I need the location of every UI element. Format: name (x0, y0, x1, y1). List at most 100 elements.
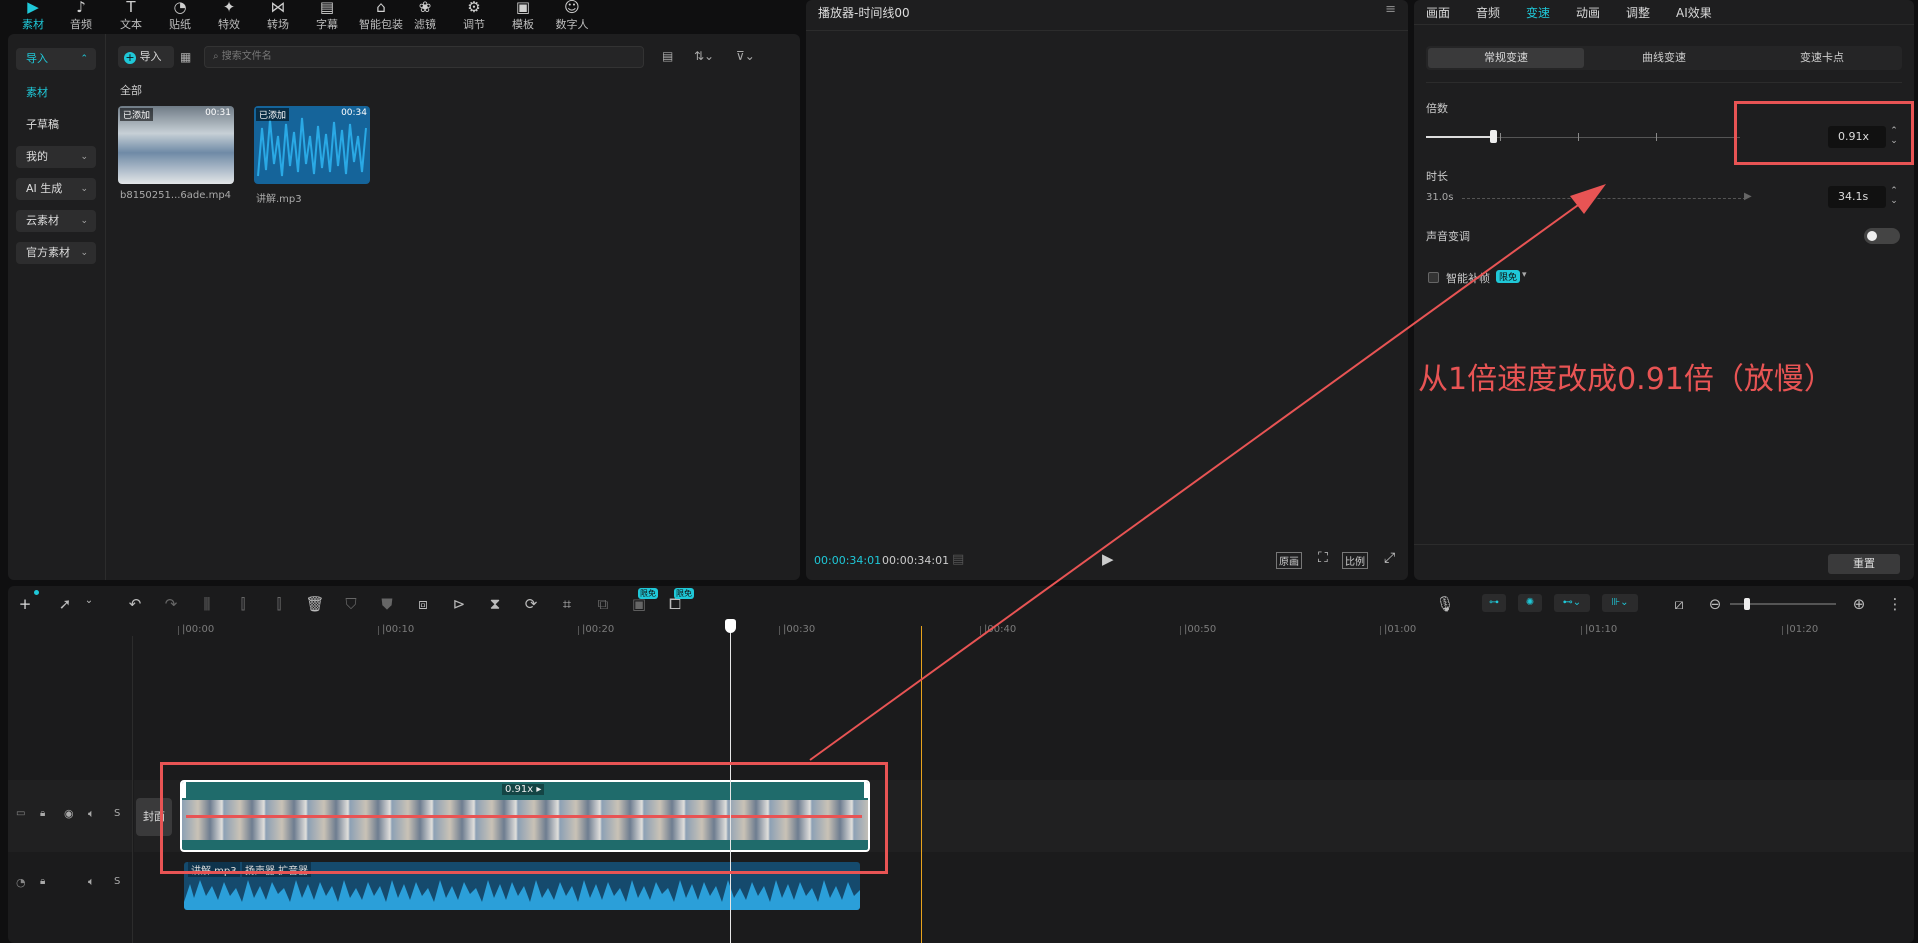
section-label: 全部 (120, 84, 142, 97)
ratio-button[interactable]: 比例 (1342, 552, 1368, 569)
more-icon[interactable]: ⋮ (1884, 595, 1906, 613)
split-left-icon[interactable]: ⫿ (232, 595, 254, 613)
filter-sort-icon[interactable]: ⊽⌄ (736, 49, 755, 63)
tab-adjust[interactable]: 调整 (1626, 4, 1650, 21)
tab-animation[interactable]: 动画 (1576, 4, 1600, 21)
original-quality-button[interactable]: 原画 (1276, 552, 1302, 569)
annotation-text: 从1倍速度改成0.91倍（放慢） (1418, 362, 1834, 397)
preview-axis-button[interactable]: ⊪⌄ (1602, 594, 1638, 612)
tool-text[interactable]: T 文本 (108, 0, 154, 32)
eye-icon[interactable]: ◉ (64, 807, 74, 820)
tool-adjust[interactable]: ⚙ 调节 (451, 0, 497, 32)
sidebar-item-mine[interactable]: 我的 ⌄ (16, 146, 96, 168)
delete-icon[interactable]: 🗑 (304, 595, 326, 613)
music-note-icon: ♪ (76, 0, 86, 16)
play-circle-icon[interactable]: ⊳ (448, 595, 470, 613)
speaker-icon[interactable]: 🔈︎ (88, 875, 95, 889)
mask-icon[interactable]: ⛊ (376, 595, 398, 613)
reset-button[interactable]: 重置 (1828, 554, 1900, 574)
main-track-magnet-button[interactable]: ⊶ (1482, 594, 1506, 612)
import-button[interactable]: + 导入 (118, 46, 174, 68)
preview-icon[interactable]: ⧄ (1668, 595, 1690, 613)
duration-from: 31.0s (1426, 192, 1454, 203)
subtab-beat-speed[interactable]: 变速卡点 (1744, 48, 1900, 68)
fit-screen-icon[interactable]: ⛶ (1318, 550, 1328, 566)
added-badge: 已添加 (120, 108, 154, 121)
playhead-handle[interactable] (725, 619, 736, 633)
media-item-name: 讲解.mp3 (256, 194, 302, 205)
shield-icon[interactable]: ⛉ (340, 595, 362, 613)
mirror-icon[interactable]: ⧗ (484, 595, 506, 613)
search-input[interactable]: ⌕ 搜索文件名 (204, 46, 644, 68)
freeze-frame-icon[interactable]: ⧈ (412, 595, 434, 613)
speaker-icon[interactable]: 🔈︎ (88, 807, 95, 821)
tool-smart-package[interactable]: ⌂ 智能包装 (353, 0, 409, 32)
tool-subtitle[interactable]: ▤ 字幕 (304, 0, 350, 32)
player-header-divider (806, 30, 1408, 31)
link-button[interactable]: ⊷⌄ (1554, 594, 1590, 612)
tool-template[interactable]: ▣ 模板 (500, 0, 546, 32)
lock-icon[interactable]: 🔒︎ (40, 876, 45, 887)
layout-toggle-icon[interactable]: ▤ (662, 49, 673, 63)
zoom-slider[interactable] (1730, 598, 1836, 610)
solo-icon[interactable]: S (114, 808, 120, 819)
tab-ai-effects[interactable]: AI效果 (1676, 4, 1712, 21)
smart-frame-checkbox[interactable] (1428, 272, 1439, 283)
sidebar-item-import[interactable]: 导入 ⌃ (16, 48, 96, 70)
lock-icon[interactable]: 🔒︎ (40, 808, 45, 819)
tool-media[interactable]: ▶ 素材 (10, 0, 56, 32)
tool-digital-human[interactable]: ☺ 数字人 (549, 0, 595, 32)
sidebar-item-sub-draft[interactable]: 子草稿 (16, 114, 96, 136)
audio-waveform (184, 880, 860, 910)
grid-view-icon[interactable]: ▦ (180, 50, 191, 64)
auto-snap-button[interactable]: ✺ (1518, 594, 1542, 612)
pitch-toggle[interactable] (1864, 228, 1900, 244)
rotate-icon[interactable]: ⟳ (520, 595, 542, 613)
sort-icon[interactable]: ⇅⌄ (694, 49, 714, 63)
media-item-audio[interactable]: 已添加 00:34 (254, 106, 370, 184)
speed-slider[interactable] (1426, 128, 1740, 148)
ruler-tick: |00:30 (778, 624, 816, 635)
zoom-out-icon[interactable]: ⊖ (1704, 595, 1726, 613)
tab-audio[interactable]: 音频 (1476, 4, 1500, 21)
redo-icon[interactable]: ↷ (160, 595, 182, 613)
sidebar-item-cloud[interactable]: 云素材 ⌄ (16, 210, 96, 232)
solo-icon[interactable]: S (114, 876, 120, 887)
subtab-curve-speed[interactable]: 曲线变速 (1586, 48, 1742, 68)
zoom-in-icon[interactable]: ⊕ (1848, 595, 1870, 613)
sidebar-item-official[interactable]: 官方素材 ⌄ (16, 242, 96, 264)
chevron-down-icon[interactable]: ▾ (1522, 270, 1527, 280)
split-icon[interactable]: ⫼ (196, 595, 218, 613)
tab-speed[interactable]: 变速 (1526, 4, 1550, 21)
plus-circle-icon: + (124, 51, 136, 64)
play-icon[interactable]: ▶ (1102, 550, 1114, 568)
duration-value-field[interactable]: 34.1s (1828, 186, 1886, 208)
split-right-icon[interactable]: ⫿ (268, 595, 290, 613)
resize-icon[interactable]: ⧉ (592, 595, 614, 613)
tab-picture[interactable]: 画面 (1426, 4, 1450, 21)
stepper-icon[interactable]: ⌃ ⌄ (1886, 186, 1902, 208)
tool-effects[interactable]: ✦ 特效 (206, 0, 252, 32)
slider-mark (1656, 133, 1657, 141)
timeline-grid-icon[interactable]: ▤ (952, 552, 964, 567)
tab-divider (1414, 24, 1914, 25)
zoom-handle[interactable] (1744, 598, 1750, 610)
media-item-video[interactable]: 已添加 00:31 (118, 106, 234, 184)
add-track-icon[interactable]: + (14, 595, 36, 613)
tool-audio[interactable]: ♪ 音频 (58, 0, 104, 32)
microphone-icon[interactable]: 🎙 (1434, 595, 1456, 613)
tool-filter[interactable]: ❀ 滤镜 (402, 0, 448, 32)
chevron-down-icon[interactable]: ⌄ (78, 595, 100, 606)
free-badge: 限免 (674, 588, 694, 599)
fullscreen-icon[interactable]: ⤢ (1384, 550, 1395, 566)
sidebar-item-material[interactable]: 素材 (16, 82, 96, 104)
sidebar-item-ai-gen[interactable]: AI 生成 ⌄ (16, 178, 96, 200)
select-cursor-icon[interactable]: ➚ (54, 595, 76, 613)
undo-icon[interactable]: ↶ (124, 595, 146, 613)
crop-icon[interactable]: ⌗ (556, 595, 578, 613)
tool-sticker[interactable]: ◔ 贴纸 (157, 0, 203, 32)
subtab-normal-speed[interactable]: 常规变速 (1428, 48, 1584, 68)
tool-transition[interactable]: ⋈ 转场 (255, 0, 301, 32)
menu-icon[interactable]: ≡ (1385, 2, 1396, 17)
slider-handle[interactable] (1490, 130, 1497, 143)
